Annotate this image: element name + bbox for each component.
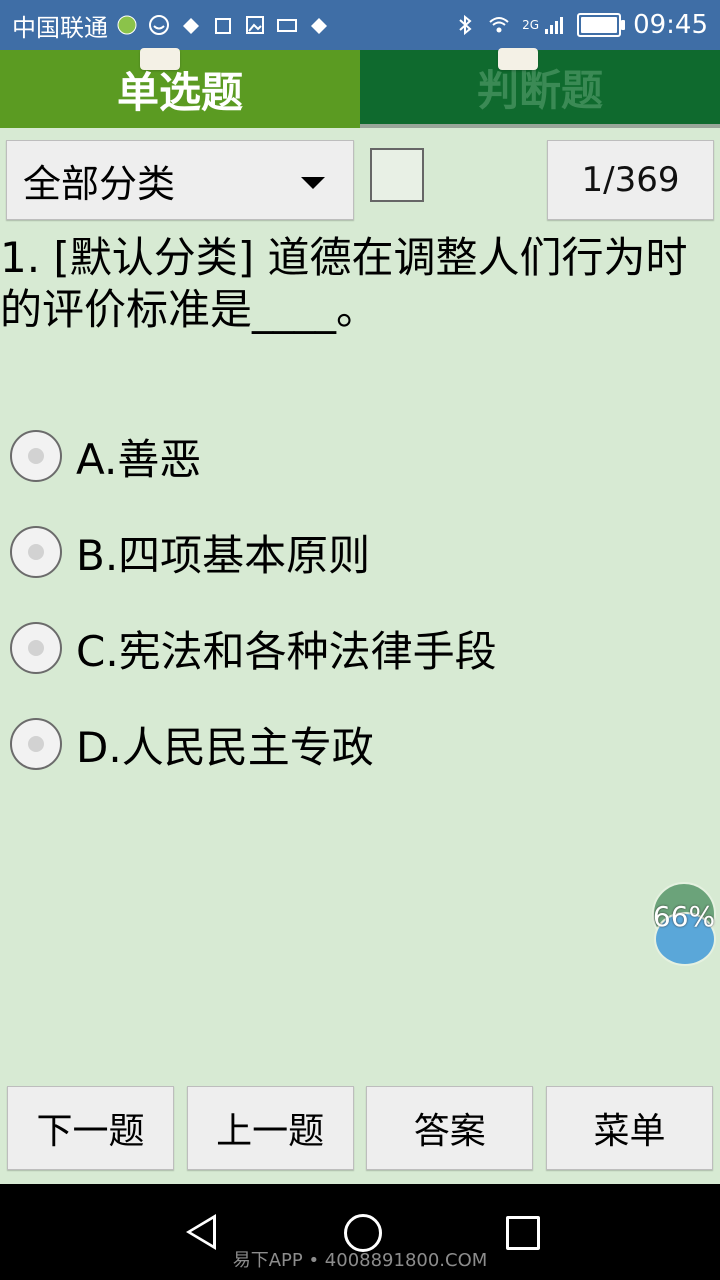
- cleaner-icon: [215, 18, 231, 34]
- question-toolbar: 全部分类 1/369: [0, 138, 720, 224]
- network-type: 2G: [522, 18, 540, 32]
- earth-icon: [117, 15, 137, 35]
- bluetooth-icon: [459, 14, 472, 36]
- next-question-button[interactable]: 下一题: [7, 1086, 174, 1170]
- system-nav-bar: 易下APP • 4008891800.COM: [0, 1184, 720, 1280]
- option-label: D.人民民主专政: [76, 722, 374, 772]
- back-icon-inner: [191, 1219, 213, 1245]
- status-bar: 中国联通 2G 09:45: [0, 0, 720, 50]
- answer-options: A.善恶 B.四项基本原则 C.宪法和各种法律手段 D.人民民主专政: [0, 408, 720, 792]
- option-label: B.四项基本原则: [76, 530, 371, 580]
- category-selected: 全部分类: [23, 161, 176, 206]
- notification-icons: [116, 14, 330, 36]
- answer-button[interactable]: 答案: [366, 1086, 534, 1170]
- category-dropdown[interactable]: 全部分类: [6, 140, 354, 220]
- tab-true-false[interactable]: 判断题: [360, 48, 720, 128]
- radio-button[interactable]: [10, 622, 62, 674]
- book-icon: [140, 48, 180, 70]
- floating-assistant-badge[interactable]: 66%: [652, 882, 716, 966]
- app-notify-icon-2: [311, 18, 327, 34]
- radio-button[interactable]: [10, 526, 62, 578]
- option-b[interactable]: B.四项基本原则: [0, 504, 720, 600]
- app-notify-icon: [183, 18, 199, 34]
- favorite-checkbox[interactable]: [370, 148, 424, 202]
- clock: 09:45: [633, 10, 708, 40]
- status-right: 2G 09:45: [454, 10, 708, 40]
- signal-icon: [545, 17, 564, 34]
- option-d[interactable]: D.人民民主专政: [0, 696, 720, 792]
- battery-icon: [577, 13, 626, 37]
- book-icon: [498, 48, 538, 70]
- question-type-tabs: 单选题 判断题: [0, 48, 720, 128]
- image-icon: [246, 16, 264, 34]
- prev-question-button[interactable]: 上一题: [186, 1086, 354, 1170]
- dropdown-arrow-icon: [301, 177, 325, 189]
- wifi-icon: [489, 17, 509, 33]
- carrier-name: 中国联通: [12, 13, 108, 42]
- option-label: A.善恶: [76, 434, 202, 484]
- menu-button[interactable]: 菜单: [545, 1086, 713, 1170]
- keyboard-icon: [277, 19, 297, 32]
- question-text: 1. [默认分类] 道德在调整人们行为时的评价标准是____。: [0, 233, 688, 334]
- radio-button[interactable]: [10, 430, 62, 482]
- option-label: C.宪法和各种法律手段: [76, 626, 497, 676]
- badge-percent: 66%: [652, 900, 716, 933]
- bottom-action-bar: 下一题 上一题 答案 菜单: [0, 1086, 720, 1172]
- tab-label: 单选题: [116, 67, 243, 117]
- option-c[interactable]: C.宪法和各种法律手段: [0, 600, 720, 696]
- tab-single-choice[interactable]: 单选题: [0, 48, 360, 128]
- question-counter[interactable]: 1/369: [547, 140, 714, 220]
- recent-apps-icon[interactable]: [506, 1216, 540, 1250]
- radio-button[interactable]: [10, 718, 62, 770]
- watermark-text: 易下APP • 4008891800.COM: [232, 1250, 488, 1271]
- tab-label: 判断题: [476, 65, 603, 115]
- smiley-icon: [149, 15, 169, 35]
- option-a[interactable]: A.善恶: [0, 408, 720, 504]
